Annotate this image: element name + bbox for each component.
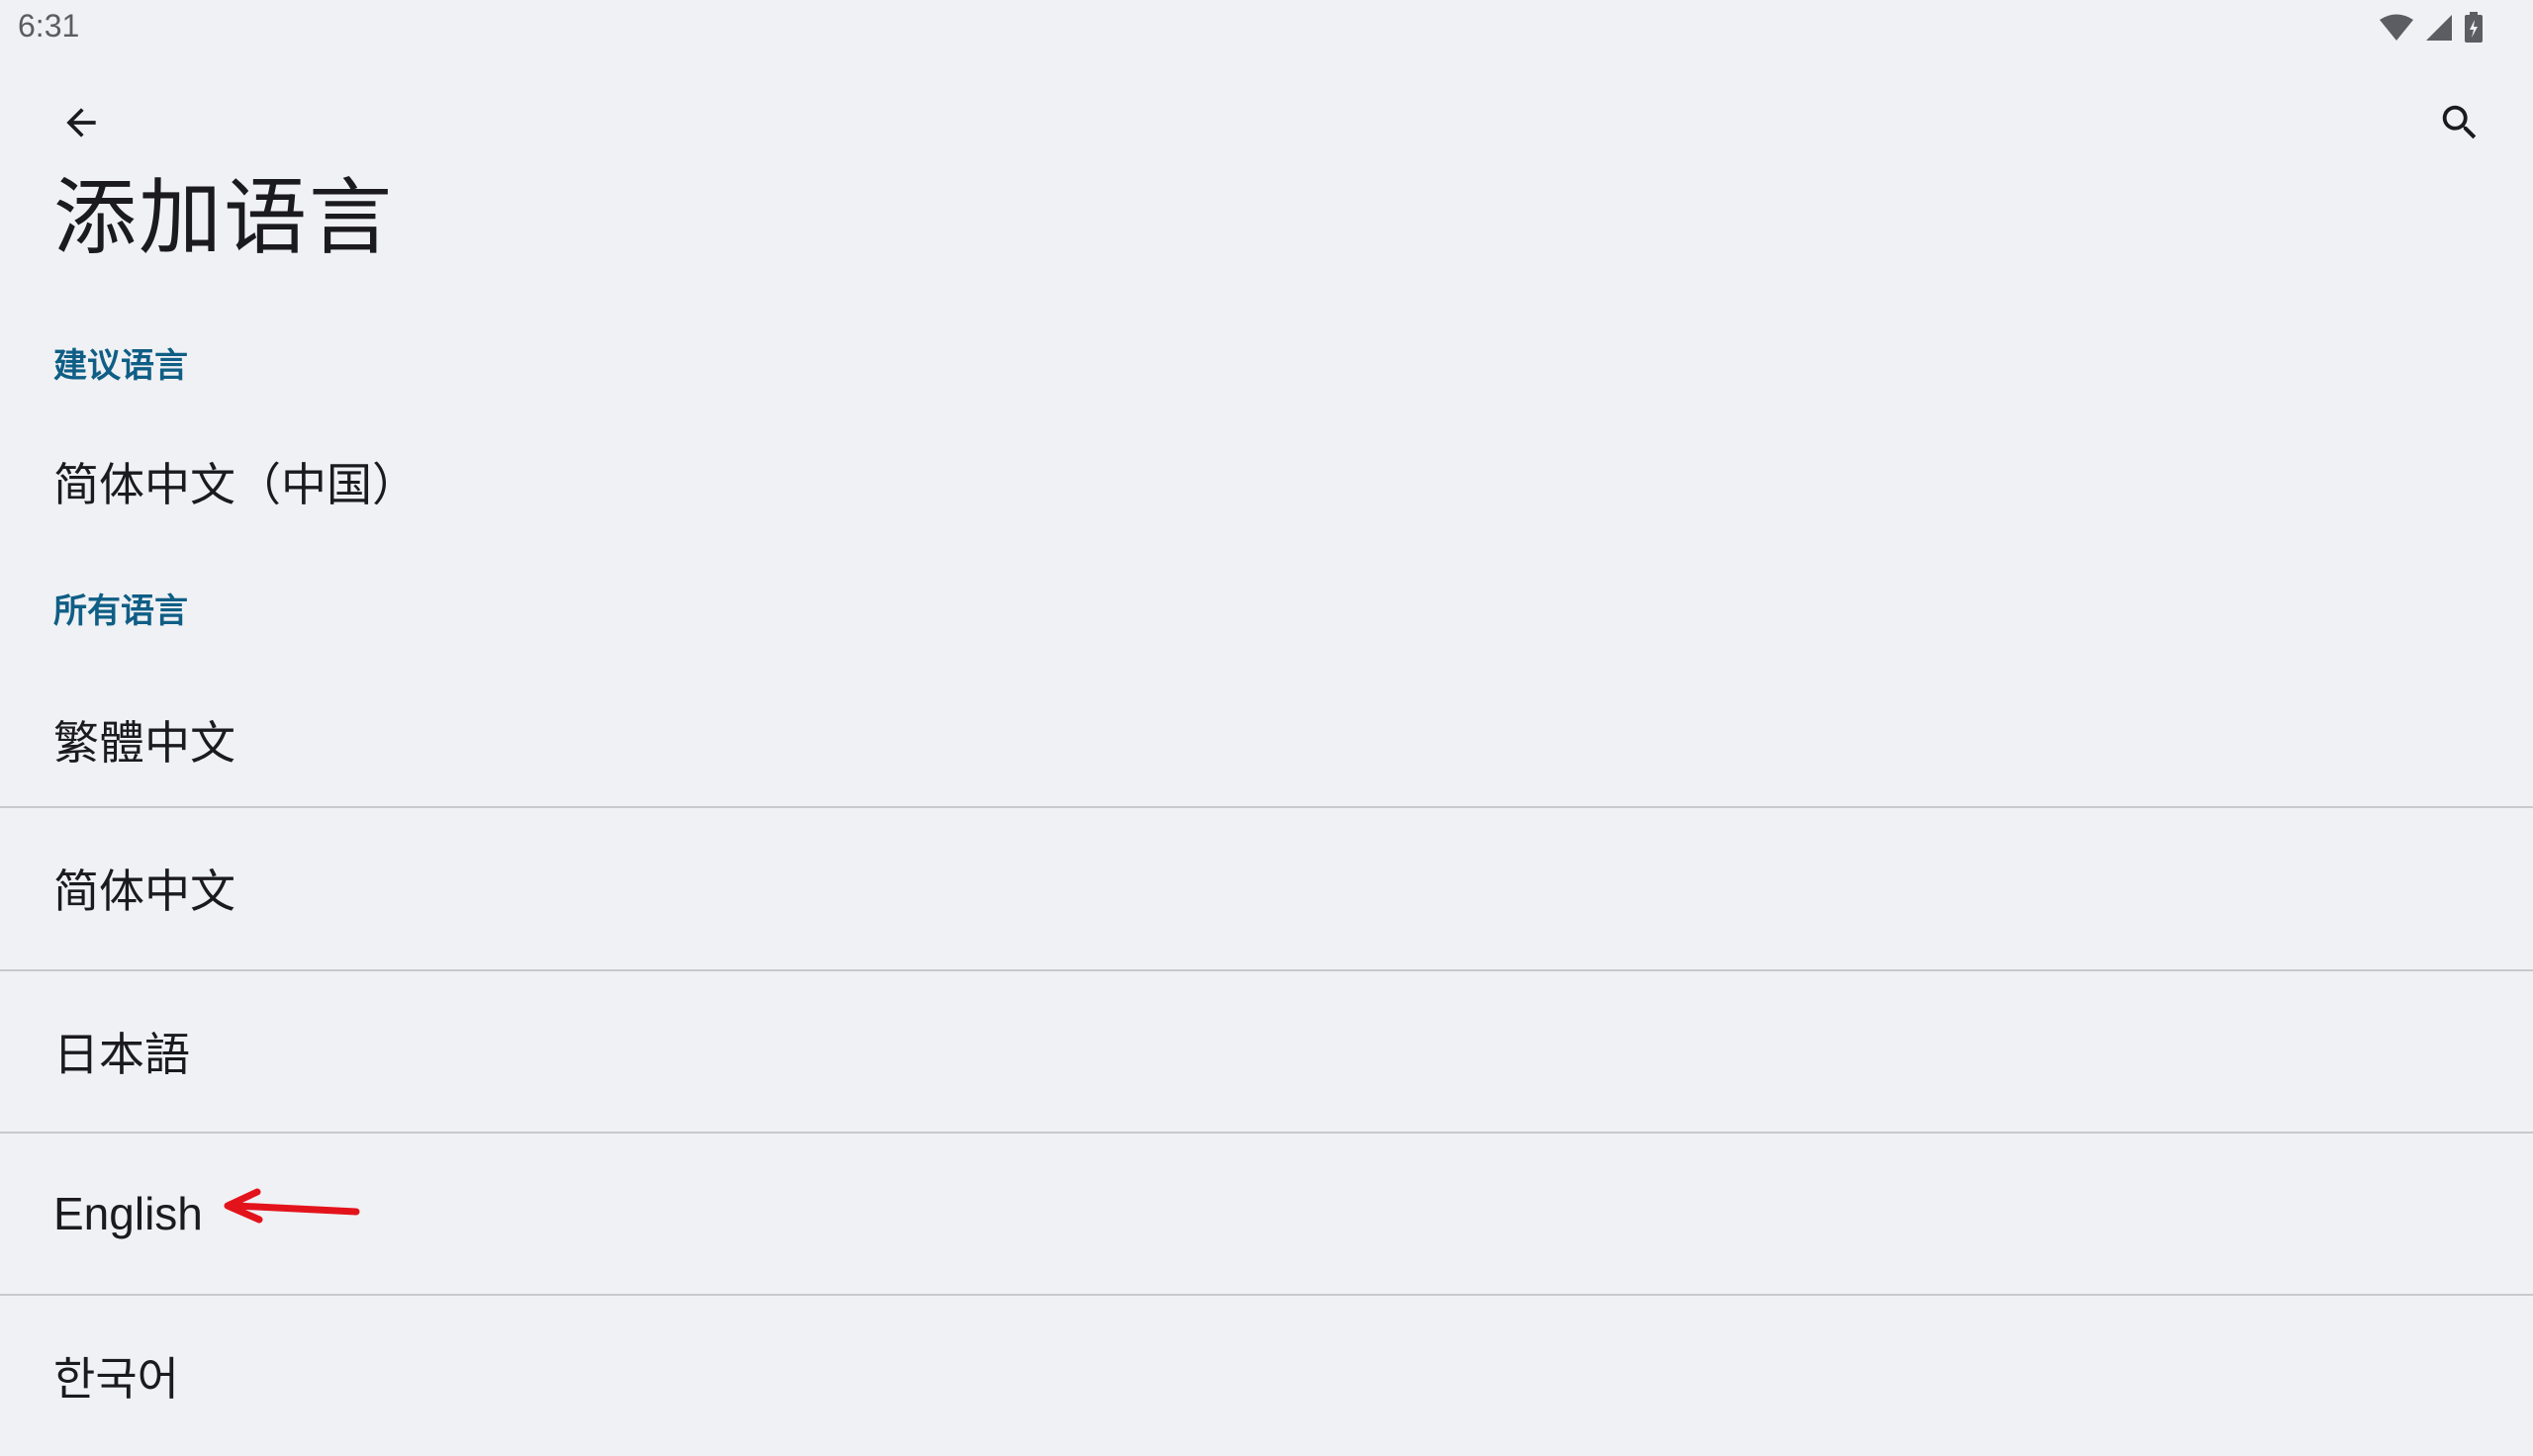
wifi-icon xyxy=(2379,13,2414,43)
search-icon xyxy=(2437,100,2483,149)
back-button[interactable] xyxy=(51,95,111,154)
language-label: 日本語 xyxy=(53,1028,190,1081)
language-item-zh-hant[interactable]: 繁體中文 xyxy=(0,675,2533,805)
language-label: English xyxy=(53,1188,203,1239)
language-item-ja[interactable]: 日本語 xyxy=(0,971,2533,1132)
annotation-arrow-icon xyxy=(224,1188,360,1224)
status-time: 6:31 xyxy=(18,8,80,44)
status-bar: 6:31 xyxy=(0,0,2533,55)
page-title: 添加语言 xyxy=(53,169,395,266)
language-item-zh-hans-cn[interactable]: 简体中文（中国） xyxy=(0,429,2533,534)
language-label: 한국어 xyxy=(53,1352,179,1406)
search-button[interactable] xyxy=(2430,95,2489,154)
section-header-all: 所有语言 xyxy=(53,592,188,631)
language-label: 简体中文（中国） xyxy=(53,458,418,511)
language-label: 简体中文 xyxy=(53,864,235,918)
language-item-zh-hans[interactable]: 简体中文 xyxy=(0,808,2533,968)
language-item-ko[interactable]: 한국어 xyxy=(0,1296,2533,1456)
cell-signal-icon xyxy=(2424,13,2454,43)
language-label: 繁體中文 xyxy=(53,716,235,770)
section-header-suggested: 建议语言 xyxy=(53,346,188,386)
battery-charging-icon xyxy=(2464,12,2484,44)
language-item-en[interactable]: English xyxy=(0,1134,2533,1294)
status-icons xyxy=(2379,12,2484,44)
arrow-left-icon xyxy=(59,101,103,148)
